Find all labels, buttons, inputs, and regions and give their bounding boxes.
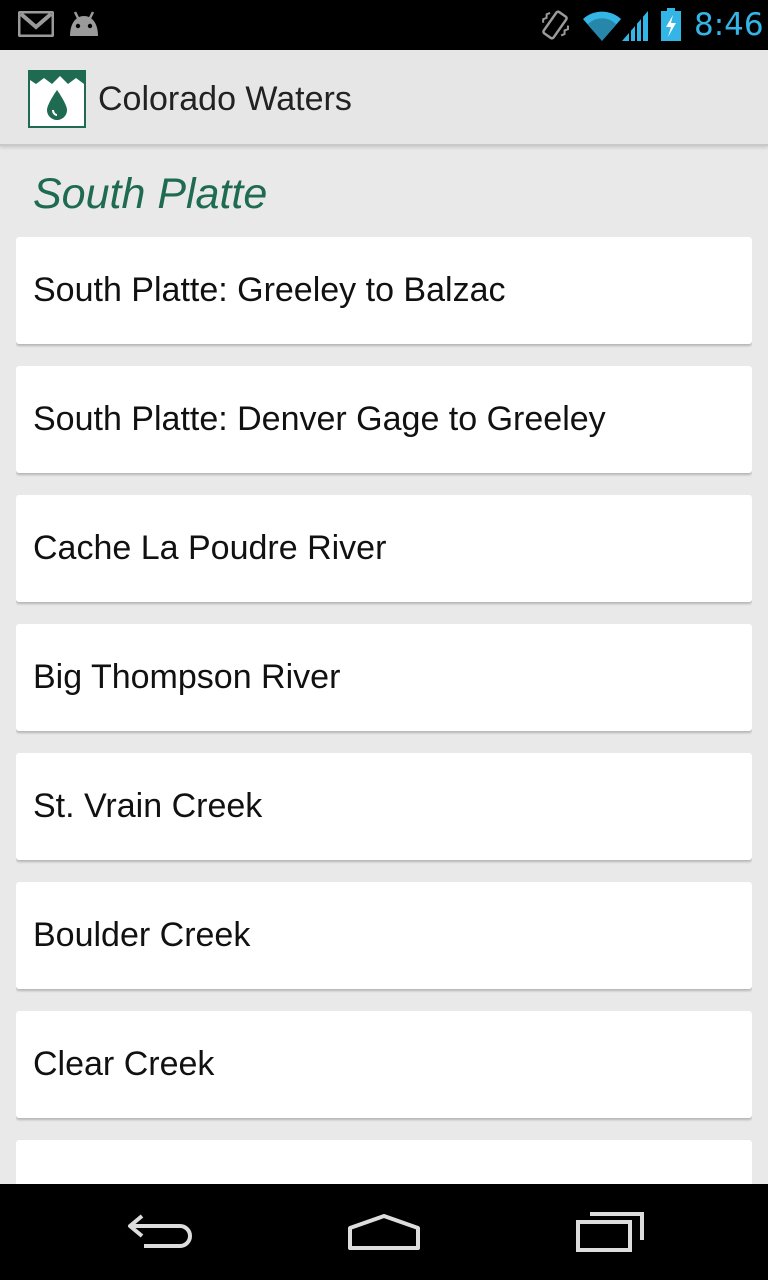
battery-charging-icon bbox=[660, 8, 682, 47]
list-item[interactable]: Clear Creek bbox=[16, 1011, 752, 1118]
list-item[interactable]: South Platte: Denver Gage to Greeley bbox=[16, 366, 752, 473]
list-item-label: Big Thompson River bbox=[33, 658, 341, 696]
list-item[interactable]: Big Thompson River bbox=[16, 624, 752, 731]
list-item[interactable]: St. Vrain Creek bbox=[16, 753, 752, 860]
navigation-bar bbox=[0, 1184, 768, 1280]
list-item[interactable] bbox=[16, 1140, 752, 1184]
list-item-label: Boulder Creek bbox=[33, 916, 251, 954]
river-list: South Platte: Greeley to Balzac South Pl… bbox=[16, 237, 752, 1184]
android-icon bbox=[66, 10, 102, 43]
home-icon[interactable] bbox=[344, 1204, 424, 1261]
water-drop-icon[interactable] bbox=[28, 70, 86, 128]
list-item-label: South Platte: Denver Gage to Greeley bbox=[33, 400, 606, 438]
recent-apps-icon[interactable] bbox=[572, 1204, 648, 1261]
list-item[interactable]: South Platte: Greeley to Balzac bbox=[16, 237, 752, 344]
clock-time: 8:46 bbox=[694, 7, 764, 43]
section-title: South Platte bbox=[33, 170, 268, 218]
app-title: Colorado Waters bbox=[98, 80, 352, 118]
list-item-label: St. Vrain Creek bbox=[33, 787, 263, 825]
list-item[interactable]: Boulder Creek bbox=[16, 882, 752, 989]
gmail-icon bbox=[17, 10, 55, 42]
vibrate-icon bbox=[538, 8, 572, 47]
signal-icon bbox=[620, 10, 650, 47]
list-item[interactable]: Cache La Poudre River bbox=[16, 495, 752, 602]
list-item-label: Clear Creek bbox=[33, 1045, 215, 1083]
status-bar: 8:46 bbox=[0, 0, 768, 50]
list-item-label: South Platte: Greeley to Balzac bbox=[33, 271, 506, 309]
wifi-icon bbox=[582, 10, 622, 47]
list-item-label: Cache La Poudre River bbox=[33, 529, 387, 567]
back-icon[interactable] bbox=[122, 1204, 198, 1261]
action-bar: Colorado Waters bbox=[0, 50, 768, 146]
